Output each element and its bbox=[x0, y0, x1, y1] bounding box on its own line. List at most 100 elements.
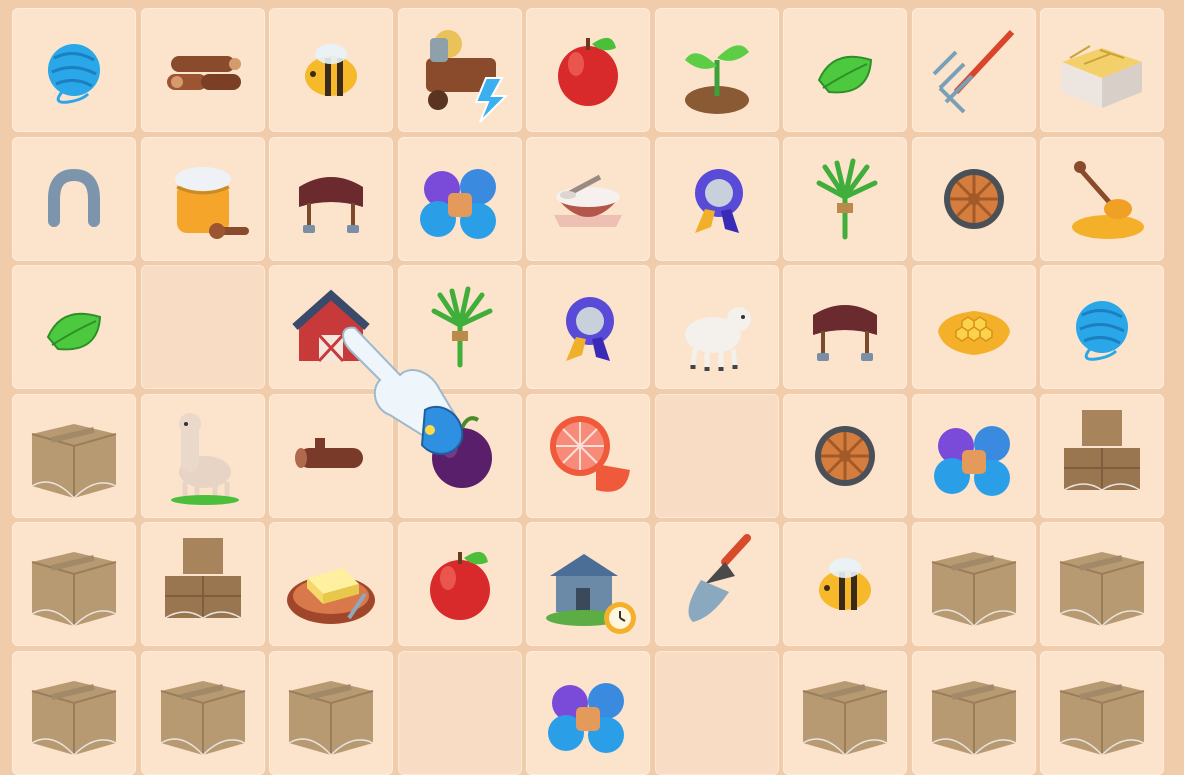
grass-bundle-icon bbox=[431, 286, 492, 368]
board-cell[interactable] bbox=[783, 136, 907, 261]
board-cell[interactable] bbox=[526, 265, 650, 389]
board-cell[interactable] bbox=[1040, 265, 1164, 389]
sprout-icon bbox=[684, 45, 749, 114]
board-cell[interactable] bbox=[269, 650, 393, 775]
board-cell[interactable] bbox=[140, 393, 265, 518]
lamb-icon bbox=[684, 307, 751, 371]
butter-plate-icon bbox=[287, 568, 375, 624]
cardboard-box-icon bbox=[31, 552, 117, 627]
board-cell[interactable] bbox=[12, 265, 136, 389]
hay-crate-icon bbox=[1062, 45, 1142, 108]
board-cell[interactable] bbox=[140, 136, 265, 261]
board-cell[interactable] bbox=[269, 393, 393, 518]
board-cell[interactable] bbox=[140, 265, 265, 389]
cardboard-box-icon bbox=[288, 680, 374, 756]
board-cell[interactable] bbox=[397, 8, 522, 132]
board-cell[interactable] bbox=[1040, 8, 1164, 132]
firewood-icon bbox=[166, 56, 241, 90]
yarn-pile-icon bbox=[548, 682, 624, 753]
cardboard-box-stack-icon bbox=[164, 538, 241, 619]
leaf-icon bbox=[817, 55, 873, 94]
grass-bundle-icon bbox=[816, 158, 878, 239]
board-cell[interactable] bbox=[654, 393, 779, 518]
honey-jar-icon bbox=[174, 166, 249, 239]
cardboard-box-icon bbox=[802, 680, 888, 756]
board-cell[interactable] bbox=[12, 522, 136, 646]
board-cell[interactable] bbox=[12, 650, 136, 775]
cardboard-box-icon bbox=[31, 680, 117, 756]
board-cell[interactable] bbox=[526, 522, 650, 646]
wagon-wheel-icon bbox=[815, 425, 875, 486]
board-cell[interactable] bbox=[526, 650, 650, 775]
board-cell[interactable] bbox=[783, 265, 907, 389]
board-cell[interactable] bbox=[140, 650, 265, 775]
board-cell[interactable] bbox=[654, 265, 779, 389]
cardboard-box-stack-icon bbox=[1063, 409, 1141, 491]
board-cell[interactable] bbox=[269, 136, 393, 261]
board-cell[interactable] bbox=[526, 8, 650, 132]
board-cell[interactable] bbox=[397, 265, 522, 389]
board-cell[interactable] bbox=[12, 393, 136, 518]
board-cell[interactable] bbox=[397, 136, 522, 261]
board-cell[interactable] bbox=[654, 136, 779, 261]
horseshoe-icon bbox=[48, 168, 100, 227]
milk-bowl-icon bbox=[554, 174, 622, 227]
board-cell[interactable] bbox=[783, 393, 907, 518]
wagon-wheel-icon bbox=[943, 168, 1004, 229]
board-cell[interactable] bbox=[140, 8, 265, 132]
pitchfork-icon bbox=[932, 29, 1014, 114]
trowel-icon bbox=[688, 534, 751, 622]
board-cell[interactable] bbox=[1040, 136, 1164, 261]
board-cell[interactable] bbox=[654, 650, 779, 775]
board-cell[interactable] bbox=[140, 522, 265, 646]
cardboard-box-icon bbox=[931, 680, 1016, 756]
board-cell[interactable] bbox=[269, 522, 393, 646]
board-cell[interactable] bbox=[783, 8, 907, 132]
apple-icon bbox=[558, 37, 618, 106]
log-icon bbox=[295, 437, 363, 468]
board-cell[interactable] bbox=[526, 393, 650, 518]
yarn-pile-icon bbox=[933, 425, 1010, 496]
board-cell[interactable] bbox=[911, 136, 1036, 261]
board-cell[interactable] bbox=[397, 650, 522, 775]
board-cell[interactable] bbox=[12, 8, 136, 132]
saddle-icon bbox=[813, 305, 877, 361]
board-cell[interactable] bbox=[654, 522, 779, 646]
cardboard-box-icon bbox=[931, 552, 1016, 627]
grapefruit-icon bbox=[550, 415, 630, 492]
cardboard-box-icon bbox=[31, 423, 117, 499]
board-cell[interactable] bbox=[911, 650, 1036, 775]
board-cell[interactable] bbox=[12, 136, 136, 261]
board-cell[interactable] bbox=[911, 393, 1036, 518]
board-cell[interactable] bbox=[911, 265, 1036, 389]
board-cell[interactable] bbox=[783, 522, 907, 646]
yarn-ball-icon bbox=[1076, 301, 1128, 361]
cardboard-box-icon bbox=[1059, 552, 1145, 627]
board-cell[interactable] bbox=[1040, 650, 1164, 775]
wheelbarrow-generator-icon bbox=[425, 30, 508, 123]
board-cell[interactable] bbox=[911, 8, 1036, 132]
board-cell[interactable] bbox=[911, 522, 1036, 646]
cardboard-box-icon bbox=[160, 680, 245, 756]
yarn-pile-icon bbox=[419, 168, 496, 239]
bee-icon bbox=[305, 44, 357, 96]
board-cell[interactable] bbox=[654, 8, 779, 132]
board-cell[interactable] bbox=[269, 265, 393, 389]
board-cell[interactable] bbox=[397, 393, 522, 518]
cottage-timer-icon bbox=[546, 554, 636, 634]
yarn-ball-icon bbox=[48, 44, 100, 104]
leaf-icon bbox=[46, 312, 102, 351]
honeycomb-icon bbox=[937, 311, 1010, 355]
board-cell[interactable] bbox=[397, 522, 522, 646]
board-cell[interactable] bbox=[1040, 393, 1164, 518]
board-cell[interactable] bbox=[526, 136, 650, 261]
ribbon-award-icon bbox=[694, 168, 743, 233]
board-cell[interactable] bbox=[269, 8, 393, 132]
board-cell[interactable] bbox=[1040, 522, 1164, 646]
honey-dipper-icon bbox=[1072, 160, 1144, 239]
cardboard-box-icon bbox=[1059, 680, 1145, 756]
board-cell[interactable] bbox=[783, 650, 907, 775]
alpaca-icon bbox=[170, 412, 239, 505]
merge-board bbox=[0, 0, 1184, 775]
saddle-icon bbox=[299, 176, 363, 233]
